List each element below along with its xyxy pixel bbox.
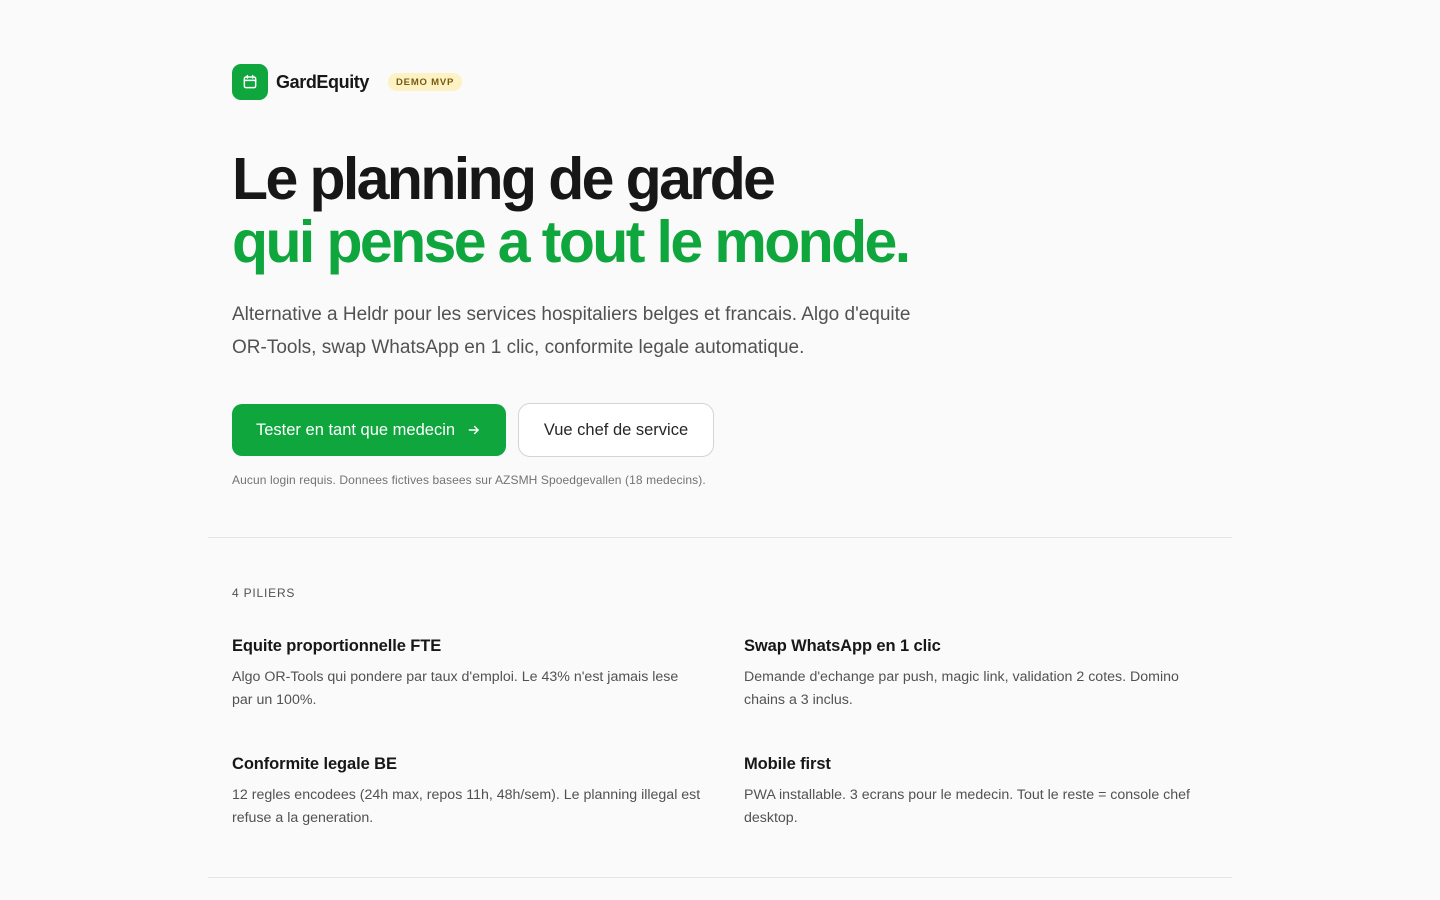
demo-badge: DEMO MVP (388, 73, 463, 91)
pillar-mobile: Mobile first PWA installable. 3 ecrans p… (744, 753, 1214, 829)
pillar-title: Conformite legale BE (232, 755, 397, 773)
hero-title-line2: qui pense a tout le monde. (232, 209, 911, 275)
chief-view-button[interactable]: Vue chef de service (518, 403, 714, 457)
pillar-title: Swap WhatsApp en 1 clic (744, 637, 941, 655)
hero-title-line1: Le planning de garde (232, 146, 776, 212)
test-as-doctor-label: Tester en tant que medecin (256, 420, 456, 439)
hero-title: Le planning de garde qui pense a tout le… (232, 148, 1132, 274)
hero-subtitle: Alternative a Heldr pour les services ho… (232, 304, 911, 358)
pillar-title: Equite proportionnelle FTE (232, 637, 442, 655)
pillar-swap: Swap WhatsApp en 1 clic Demande d'echang… (744, 635, 1214, 711)
section-divider (208, 537, 1232, 538)
pillar-description: Algo OR-Tools qui pondere par taux d'emp… (232, 669, 679, 708)
chief-view-label: Vue chef de service (543, 420, 689, 439)
arrow-right-icon (467, 423, 481, 437)
pillar-description: PWA installable. 3 ecrans pour le medeci… (744, 787, 1190, 826)
pillar-compliance: Conformite legale BE 12 regles encodees … (232, 753, 702, 829)
pillar-equity: Equite proportionnelle FTE Algo OR-Tools… (232, 635, 702, 711)
cta-row: Tester en tant que medecin Vue chef de s… (232, 403, 714, 457)
brand-header: GardEquity DEMO MVP (232, 64, 463, 100)
pillar-description: Demande d'echange par push, magic link, … (744, 669, 1179, 708)
pillar-description: 12 regles encodees (24h max, repos 11h, … (232, 787, 701, 826)
demo-note: Aucun login requis. Donnees fictives bas… (232, 473, 706, 487)
logo[interactable] (232, 64, 268, 100)
test-as-doctor-button[interactable]: Tester en tant que medecin (232, 404, 506, 456)
section-divider (208, 877, 1232, 878)
brand-name[interactable]: GardEquity (276, 72, 369, 93)
pillar-title: Mobile first (744, 755, 831, 773)
pillars-label: 4 PILIERS (232, 586, 296, 600)
landing-page: GardEquity DEMO MVP Le planning de garde… (0, 0, 1440, 900)
calendar-icon (242, 74, 258, 90)
